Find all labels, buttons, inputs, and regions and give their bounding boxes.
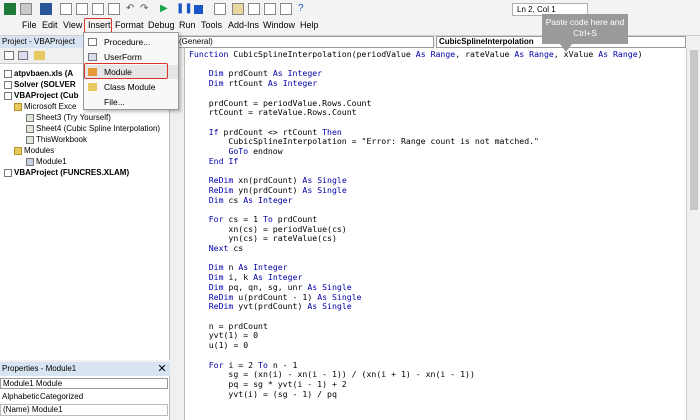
insert-highlight: [84, 18, 112, 33]
tree-item-vbaproject[interactable]: VBAProject (Cub: [4, 90, 78, 101]
find-icon[interactable]: [108, 3, 120, 15]
class-module-icon: [88, 83, 97, 91]
code-line[interactable]: yvt(1) = 0: [185, 331, 686, 341]
scroll-thumb[interactable]: [690, 50, 698, 210]
code-line[interactable]: u(1) = 0: [185, 340, 686, 351]
menu-view[interactable]: View: [63, 19, 82, 32]
tree-item-excel-objects[interactable]: Microsoft Exce: [14, 101, 76, 112]
module-icon: [26, 157, 34, 166]
reset-icon[interactable]: [194, 5, 203, 14]
excel-icon[interactable]: [4, 3, 16, 15]
run-icon[interactable]: ▶: [160, 3, 172, 15]
userform-icon: [88, 53, 97, 61]
menu-format[interactable]: Format: [115, 19, 144, 32]
break-icon[interactable]: ❚❚: [176, 3, 193, 15]
module-highlight: [84, 63, 168, 79]
code-line[interactable]: Function CubicSplineInterpolation(period…: [185, 49, 686, 60]
tree-item-thisworkbook[interactable]: ThisWorkbook: [26, 134, 87, 145]
tree-item-atpvbaen[interactable]: atpvbaen.xls (A: [4, 68, 73, 79]
design-mode-icon[interactable]: [214, 3, 226, 15]
project-icon: [4, 91, 12, 100]
procedure-icon: [88, 38, 97, 46]
paste-icon[interactable]: [92, 3, 104, 15]
properties-window: Properties - Module1 ✕ Module1 Module Al…: [0, 362, 170, 420]
object-combo[interactable]: (General): [176, 36, 434, 48]
menu-item-file[interactable]: File...: [84, 95, 178, 109]
help-icon[interactable]: ?: [298, 3, 310, 15]
menu-item-class-module[interactable]: Class Module: [84, 80, 178, 94]
toolbox-icon[interactable]: [280, 3, 292, 15]
code-editor[interactable]: Function CubicSplineInterpolation(period…: [184, 48, 686, 420]
tree-item-sheet4[interactable]: Sheet4 (Cubic Spline Interpolation): [26, 123, 160, 134]
code-line[interactable]: Dim cs As Integer: [185, 195, 686, 206]
code-line[interactable]: n = prdCount: [185, 321, 686, 332]
code-line[interactable]: yn(cs) = rateValue(cs): [185, 234, 686, 244]
properties-window-icon[interactable]: [248, 3, 260, 15]
folder-icon: [14, 102, 22, 111]
sheet-icon: [26, 113, 34, 122]
insert-userform-icon[interactable]: [20, 3, 32, 15]
vertical-scrollbar[interactable]: [686, 48, 700, 420]
view-object-icon[interactable]: [18, 51, 28, 60]
code-line[interactable]: ReDim yvt(prdCount) As Single: [185, 301, 686, 312]
object-browser-icon[interactable]: [264, 3, 276, 15]
menu-edit[interactable]: Edit: [42, 19, 58, 32]
close-icon[interactable]: ✕: [156, 363, 168, 375]
project-explorer-icon[interactable]: [232, 3, 244, 15]
project-icon: [4, 80, 12, 89]
tree-item-modules[interactable]: Modules: [14, 145, 54, 156]
copy-icon[interactable]: [76, 3, 88, 15]
folder-icon: [14, 146, 22, 155]
callout-tail: [560, 44, 572, 52]
menu-file[interactable]: File: [22, 19, 37, 32]
code-line[interactable]: End If: [185, 156, 686, 167]
code-line[interactable]: yvt(i) = (sg - 1) / pq: [185, 389, 686, 400]
tab-alphabetic[interactable]: Alphabetic: [2, 392, 39, 401]
properties-title: Properties - Module1: [0, 362, 170, 376]
workbook-icon: [26, 135, 34, 144]
redo-icon[interactable]: ↷: [140, 3, 152, 15]
menu-item-userform[interactable]: UserForm: [84, 50, 178, 64]
menu-help[interactable]: Help: [300, 19, 319, 32]
tab-categorized[interactable]: Categorized: [40, 392, 83, 401]
property-row[interactable]: (Name) Module1: [0, 404, 168, 416]
menu-item-procedure[interactable]: Procedure...: [84, 35, 178, 49]
tree-item-module1[interactable]: Module1: [26, 156, 67, 167]
view-code-icon[interactable]: [4, 51, 14, 60]
code-line[interactable]: rtCount = rateValue.Rows.Count: [185, 108, 686, 118]
sheet-icon: [26, 124, 34, 133]
menu-debug[interactable]: Debug: [148, 19, 175, 32]
menu-window[interactable]: Window: [263, 19, 295, 32]
menu-run[interactable]: Run: [179, 19, 196, 32]
undo-icon[interactable]: ↶: [126, 3, 138, 15]
project-icon: [4, 69, 12, 78]
tree-item-solver[interactable]: Solver (SOLVER: [4, 79, 76, 90]
code-line[interactable]: Next cs: [185, 243, 686, 254]
object-select[interactable]: Module1 Module: [0, 378, 168, 389]
code-line[interactable]: Dim rtCount As Integer: [185, 78, 686, 89]
code-line[interactable]: GoTo endnow: [185, 146, 686, 157]
tree-item-funcres[interactable]: VBAProject (FUNCRES.XLAM): [4, 167, 129, 178]
instruction-callout: Paste code here and Ctrl+S: [542, 14, 628, 44]
menu-tools[interactable]: Tools: [201, 19, 222, 32]
menu-addins[interactable]: Add-Ins: [228, 19, 259, 32]
cut-icon[interactable]: [60, 3, 72, 15]
save-icon[interactable]: [40, 3, 52, 15]
toggle-folders-icon[interactable]: [34, 51, 45, 60]
tree-item-sheet3[interactable]: Sheet3 (Try Yourself): [26, 112, 111, 123]
project-icon: [4, 168, 12, 177]
